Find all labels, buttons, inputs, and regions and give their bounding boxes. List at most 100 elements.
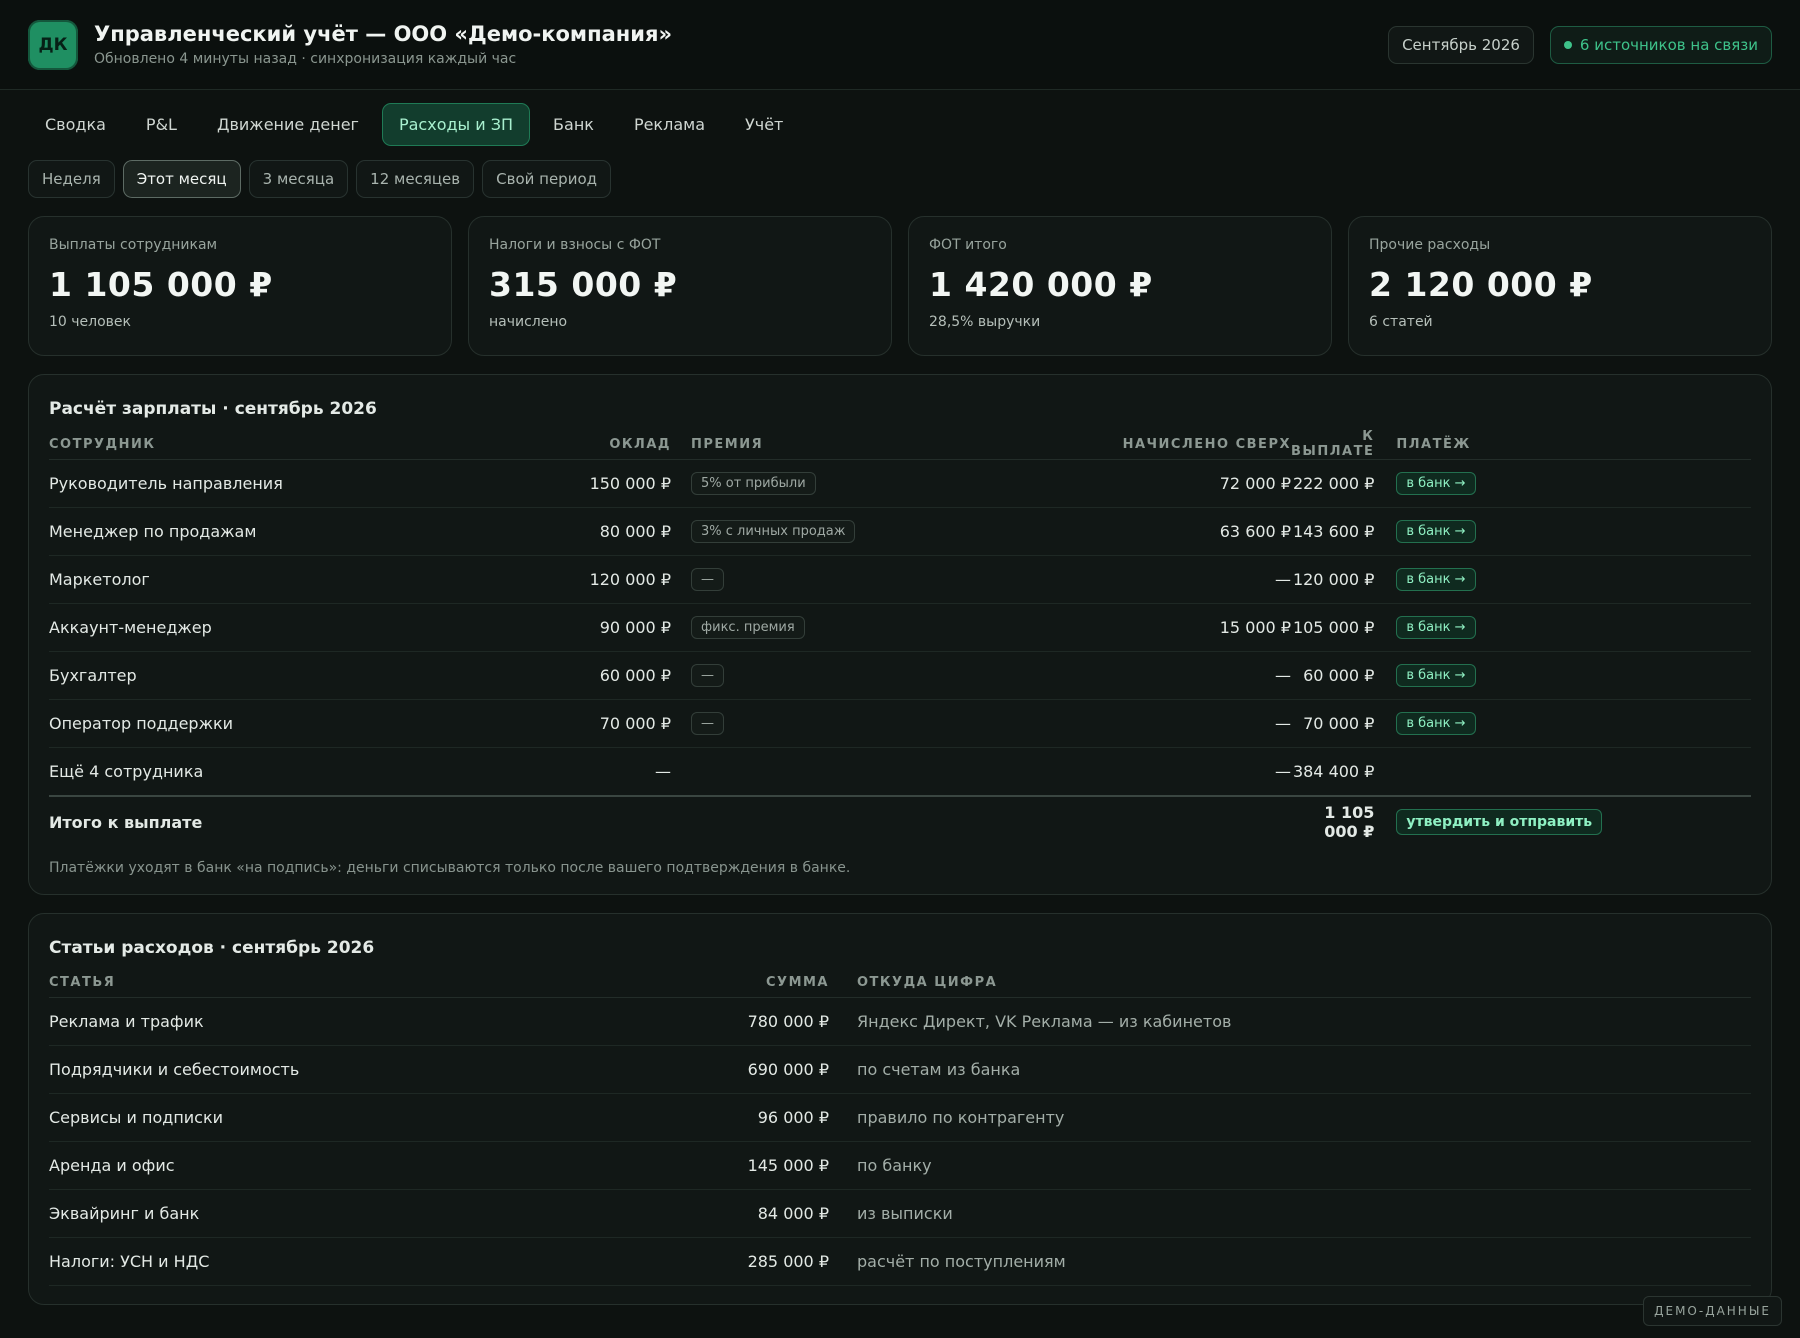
table-row: Бухгалтер 60 000 ₽ — —60 000 ₽ в банк → (49, 651, 1751, 700)
period-selector[interactable]: Сентябрь 2026 (1388, 25, 1534, 64)
send-to-bank-button[interactable]: в банк → (1396, 664, 1476, 687)
table-header-row: Сотрудник Оклад Премия Начислено сверх К… (49, 429, 1751, 460)
tab-expenses-payroll[interactable]: Расходы и ЗП (381, 103, 531, 146)
period-week[interactable]: Неделя (28, 160, 115, 198)
send-to-bank-button[interactable]: в банк → (1396, 712, 1476, 735)
salary-cell: — (409, 747, 671, 796)
payroll-panel: Расчёт зарплаты · сентябрь 2026 Сотрудни… (28, 374, 1772, 895)
send-to-bank-button[interactable]: в банк → (1396, 472, 1476, 495)
bonus-tag: 5% от прибыли (691, 472, 816, 495)
payment-cell: в банк → (1374, 459, 1751, 508)
extra-cell: 15 000 ₽ (991, 603, 1291, 652)
status-dot-icon (1563, 40, 1572, 49)
expense-item: Сервисы и подписки (49, 1093, 629, 1142)
salary-cell: 90 000 ₽ (409, 603, 671, 652)
bonus-cell: — (691, 651, 991, 700)
salary-cell: 150 000 ₽ (409, 459, 671, 508)
tab-pnl[interactable]: P&L (129, 103, 194, 146)
payment-cell: в банк → (1374, 555, 1751, 604)
table-row: Налоги: УСН и НДС 285 000 ₽ расчёт по пост… (49, 1237, 1751, 1286)
approve-and-send-button[interactable]: утвердить и отправить (1396, 809, 1603, 835)
table-row: Реклама и трафик 780 000 ₽ Яндекс Директ, … (49, 997, 1751, 1046)
kpi-value: 1 105 000 ₽ (49, 265, 273, 304)
company-logo: ДК (28, 19, 78, 70)
period-3-months[interactable]: 3 месяца (248, 160, 349, 198)
tab-ads[interactable]: Реклама (617, 103, 722, 146)
header-controls: Сентябрь 2026 6 источников на связи (1388, 25, 1772, 64)
col-bonus: Премия (691, 429, 991, 460)
expense-item: Реклама и трафик (49, 997, 629, 1046)
bonus-cell: 5% от прибыли (691, 459, 991, 508)
expense-item: Налоги: УСН и НДС (49, 1237, 629, 1286)
employee-name: Ещё 4 сотрудника (49, 747, 409, 796)
expense-source: расчёт по поступлениям (829, 1237, 1751, 1286)
main-tabs: Сводка P&L Движение денег Расходы и ЗП Б… (0, 90, 1800, 146)
expenses-table: Статья Сумма Откуда цифра Реклама и траф… (49, 967, 1751, 1286)
extra-cell: — (991, 747, 1291, 796)
kpi-label: Налоги и взносы с ФОТ (489, 237, 661, 253)
tab-summary[interactable]: Сводка (28, 103, 123, 146)
total-row: Итого к выплате 1 105 000 ₽ утвердить и от… (49, 794, 1751, 848)
expense-item: Подрядчики и себестоимость (49, 1045, 629, 1094)
more-employees-row[interactable]: Ещё 4 сотрудника — —384 400 ₽ (49, 747, 1751, 796)
page-title: Управленческий учёт — ООО «Демо-компания… (94, 22, 673, 46)
payout-cell: 105 000 ₽ (1291, 603, 1375, 652)
table-row: Руководитель направления 150 000 ₽ 5% от п… (49, 459, 1751, 508)
expense-amount: 145 000 ₽ (629, 1141, 829, 1190)
salary-cell: 70 000 ₽ (409, 699, 671, 748)
employee-name: Менеджер по продажам (49, 507, 409, 556)
tab-cashflow[interactable]: Движение денег (200, 103, 376, 146)
send-to-bank-button[interactable]: в банк → (1396, 568, 1476, 591)
sources-status-badge[interactable]: 6 источников на связи (1549, 25, 1772, 64)
expense-source: Яндекс Директ, VK Реклама — из кабинетов (829, 997, 1751, 1046)
sources-status-label: 6 источников на связи (1579, 35, 1758, 54)
table-row: Аккаунт-менеджер 90 000 ₽ фикс. премия 15 0… (49, 603, 1751, 652)
payroll-note: Платёжки уходят в банк «на подпись»: ден… (49, 859, 851, 876)
payout-cell: 60 000 ₽ (1291, 651, 1375, 700)
table-row: Подрядчики и себестоимость 690 000 ₽ по сч… (49, 1045, 1751, 1094)
payment-cell: в банк → (1374, 651, 1751, 700)
expense-amount: 690 000 ₽ (629, 1045, 829, 1094)
payout-cell: 70 000 ₽ (1291, 699, 1375, 748)
payout-cell: 120 000 ₽ (1291, 555, 1375, 604)
col-item: Статья (49, 967, 629, 998)
kpi-sub: 28,5% выручки (929, 314, 1041, 330)
bonus-cell: фикс. премия (691, 603, 991, 652)
title-block: Управленческий учёт — ООО «Демо-компания… (94, 22, 672, 67)
period-this-month[interactable]: Этот месяц (122, 160, 241, 198)
expense-source: правило по контрагенту (829, 1093, 1751, 1142)
demo-data-badge: ДЕМО-ДАННЫЕ (1643, 1296, 1782, 1326)
tab-accounting[interactable]: Учёт (728, 103, 800, 146)
kpi-sub: начислено (489, 314, 568, 330)
kpi-value: 2 120 000 ₽ (1369, 265, 1593, 304)
bonus-cell: 3% с личных продаж (691, 507, 991, 556)
table-row: Менеджер по продажам 80 000 ₽ 3% с личных … (49, 507, 1751, 556)
employee-name: Аккаунт-менеджер (49, 603, 409, 652)
expenses-panel: Статьи расходов · сентябрь 2026 Статья С… (28, 912, 1772, 1305)
extra-cell: 63 600 ₽ (991, 507, 1291, 556)
period-custom[interactable]: Свой период (482, 160, 611, 198)
kpi-label: Прочие расходы (1369, 237, 1491, 253)
expense-amount: 780 000 ₽ (629, 997, 829, 1046)
total-label: Итого к выплате (49, 794, 409, 848)
employee-name: Бухгалтер (49, 651, 409, 700)
sync-status: Обновлено 4 минуты назад · синхронизация… (94, 51, 517, 67)
bonus-tag: 3% с личных продаж (691, 520, 856, 543)
send-to-bank-button[interactable]: в банк → (1396, 616, 1476, 639)
table-row: Аренда и офис 145 000 ₽ по банку (49, 1141, 1751, 1190)
col-payout: К выплате (1291, 429, 1375, 460)
kpi-cards: Выплаты сотрудникам 1 105 000 ₽ 10 челов… (0, 198, 1800, 356)
send-to-bank-button[interactable]: в банк → (1396, 520, 1476, 543)
expense-amount: 285 000 ₽ (629, 1237, 829, 1286)
expense-source: по счетам из банка (829, 1045, 1751, 1094)
payout-cell: 384 400 ₽ (1291, 747, 1375, 796)
extra-cell: — (991, 699, 1291, 748)
kpi-label: ФОТ итого (929, 237, 1007, 253)
col-amount: Сумма (629, 967, 829, 998)
period-12-months[interactable]: 12 месяцев (356, 160, 475, 198)
period-filter: Неделя Этот месяц 3 месяца 12 месяцев Св… (0, 146, 1800, 198)
salary-cell: 60 000 ₽ (409, 651, 671, 700)
bonus-cell: — (691, 699, 991, 748)
tab-bank[interactable]: Банк (536, 103, 611, 146)
payment-cell: в банк → (1374, 603, 1751, 652)
